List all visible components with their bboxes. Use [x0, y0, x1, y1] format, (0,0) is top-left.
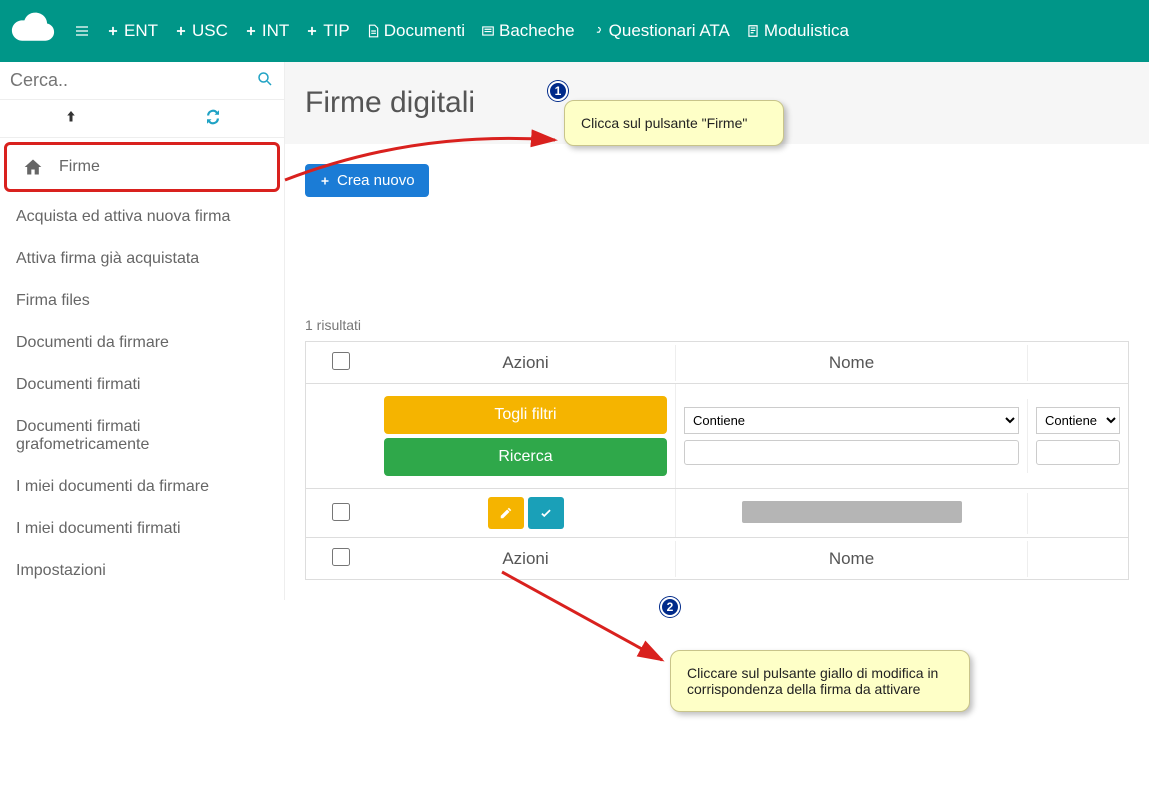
sidebar-item-firmati[interactable]: Documenti firmati: [0, 364, 284, 406]
col-header-actions: Azioni: [376, 345, 676, 381]
select-all-checkbox[interactable]: [332, 352, 350, 370]
results-count: 1 risultati: [305, 317, 1129, 333]
cloud-logo: [8, 11, 58, 51]
step-badge-2: 2: [660, 597, 680, 617]
name-filter-input[interactable]: [684, 440, 1019, 465]
sidebar: Firme Acquista ed attiva nuova firma Att…: [0, 62, 285, 600]
name-filter-mode[interactable]: Contiene: [684, 407, 1019, 434]
search-button[interactable]: Ricerca: [384, 438, 667, 476]
nav-ent[interactable]: ENT: [100, 15, 164, 47]
results-table: Azioni Nome Togli filtri Ricerca Contien…: [305, 341, 1129, 580]
table-row: [306, 489, 1128, 538]
sidebar-item-dafirmare[interactable]: Documenti da firmare: [0, 322, 284, 364]
toggle-filters-button[interactable]: Togli filtri: [384, 396, 667, 434]
col-header-name: Nome: [676, 345, 1028, 381]
nav-documenti[interactable]: Documenti: [360, 15, 471, 47]
search-input[interactable]: [10, 70, 256, 91]
nav-tip[interactable]: TIP: [299, 15, 355, 47]
col-footer-name: Nome: [676, 541, 1028, 577]
sidebar-item-firme[interactable]: Firme: [4, 142, 280, 192]
row-checkbox[interactable]: [332, 503, 350, 521]
nav-questionari[interactable]: Questionari ATA: [585, 15, 736, 47]
nav-int[interactable]: INT: [238, 15, 295, 47]
sidebar-item-firmafiles[interactable]: Firma files: [0, 280, 284, 322]
redacted-name: [742, 501, 962, 523]
search-icon[interactable]: [256, 70, 274, 91]
sidebar-item-miei-firmati[interactable]: I miei documenti firmati: [0, 508, 284, 550]
topbar: ENT USC INT TIP Documenti Bacheche Quest…: [0, 0, 1149, 62]
create-button[interactable]: Crea nuovo: [305, 164, 429, 197]
nav-modulistica[interactable]: Modulistica: [740, 15, 855, 47]
sidebar-item-attiva[interactable]: Attiva firma già acquistata: [0, 238, 284, 280]
edit-button[interactable]: [488, 497, 524, 529]
upload-icon[interactable]: [0, 100, 142, 137]
extra-filter-mode[interactable]: Contiene: [1036, 407, 1120, 434]
callout-1: Clicca sul pulsante "Firme": [564, 100, 784, 146]
sidebar-item-miei-dafirmare[interactable]: I miei documenti da firmare: [0, 466, 284, 508]
refresh-icon[interactable]: [142, 100, 284, 137]
select-all-footer-checkbox[interactable]: [332, 548, 350, 566]
sidebar-item-acquista[interactable]: Acquista ed attiva nuova firma: [0, 196, 284, 238]
sidebar-item-impostazioni[interactable]: Impostazioni: [0, 550, 284, 592]
nav-usc[interactable]: USC: [168, 15, 234, 47]
callout-2: Cliccare sul pulsante giallo di modifica…: [670, 650, 970, 712]
sidebar-item-label: Firme: [59, 158, 100, 176]
extra-filter-input[interactable]: [1036, 440, 1120, 465]
confirm-button[interactable]: [528, 497, 564, 529]
col-footer-actions: Azioni: [376, 541, 676, 577]
step-badge-1: 1: [548, 81, 568, 101]
nav-bacheche[interactable]: Bacheche: [475, 15, 581, 47]
sidebar-item-grafometric[interactable]: Documenti firmati grafometricamente: [0, 406, 284, 466]
hamburger-icon[interactable]: [68, 17, 96, 45]
